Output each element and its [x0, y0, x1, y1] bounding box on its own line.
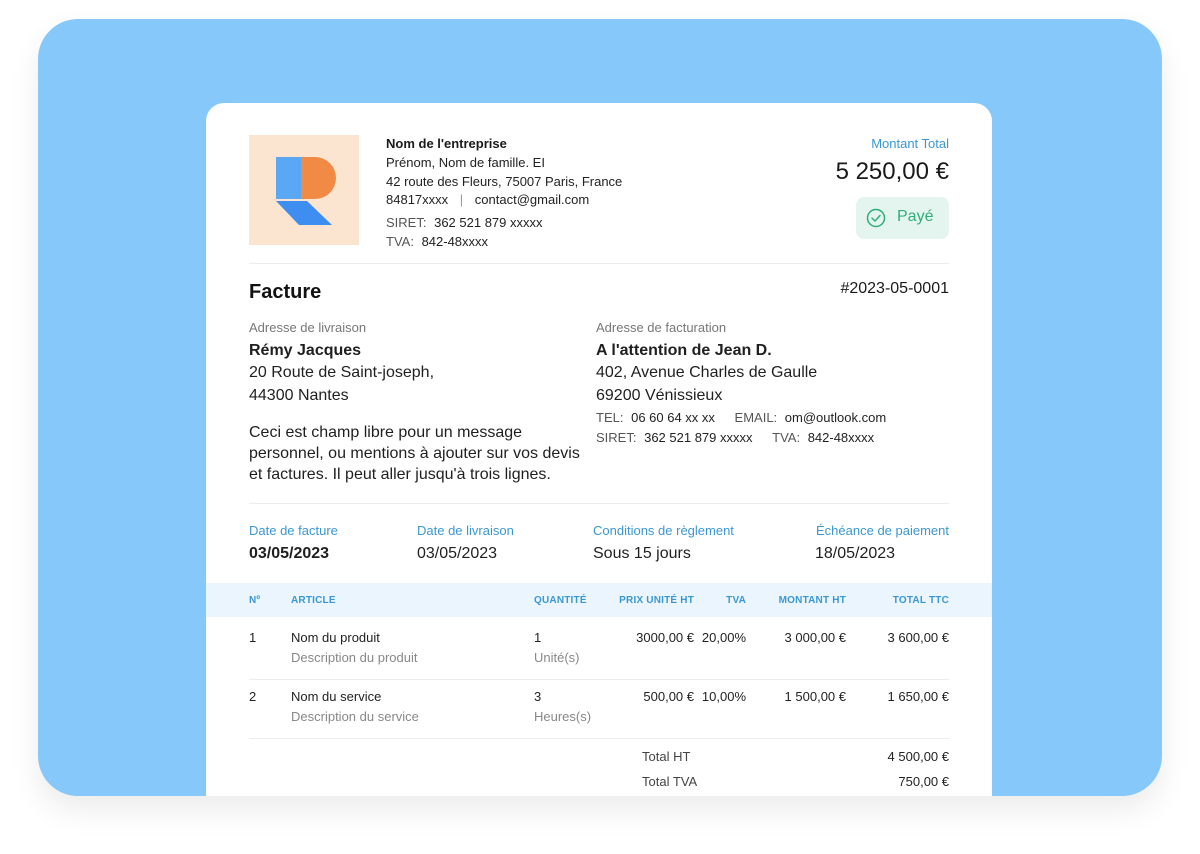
company-siret-line: SIRET: 362 521 879 xxxxx — [386, 215, 543, 230]
delivery-date: 03/05/2023 — [417, 545, 498, 562]
invoice-number: #2023-05-0001 — [840, 280, 949, 297]
row-unit: Unité(s) — [534, 650, 580, 665]
invoice-title: Facture — [249, 281, 322, 303]
billing-label: Adresse de facturation — [596, 320, 727, 335]
col-number: Nº — [249, 595, 261, 606]
row-total-ttc: 3 600,00 € — [887, 630, 949, 645]
billing-name: A l'attention de Jean D. — [596, 342, 772, 359]
row-quantity: 3 — [534, 689, 542, 704]
delivery-name: Rémy Jacques — [249, 342, 362, 359]
company-phone: 84817xxxx — [386, 192, 449, 207]
row-name: Nom du produit — [291, 630, 380, 645]
logo-mark-icon — [276, 157, 336, 225]
col-total-ttc: TOTAL TTC — [892, 595, 949, 606]
row-unit-price: 3000,00 € — [636, 630, 694, 645]
billing-line1: 402, Avenue Charles de Gaulle — [596, 364, 818, 381]
row-description: Description du produit — [291, 650, 418, 665]
due-date: 18/05/2023 — [815, 545, 896, 562]
payment-terms-label: Conditions de règlement — [593, 523, 734, 538]
siret-label: SIRET: — [386, 215, 427, 230]
row-tva: 10,00% — [701, 689, 746, 704]
company-siret: 362 521 879 xxxxx — [434, 215, 543, 230]
total-tva-label: Total TVA — [642, 774, 698, 789]
col-article: ARTICLE — [291, 595, 336, 606]
delivery-date-label: Date de livraison — [417, 523, 514, 538]
col-unit-price: PRIX UNITÉ HT — [619, 595, 694, 606]
company-contact-line: 84817xxxx | contact@gmail.com — [386, 192, 589, 207]
message-line3: et factures. Il peut aller jusqu'à trois… — [249, 466, 551, 483]
background-frame: Nom de l'entreprise Prénom, Nom de famil… — [38, 19, 1162, 796]
billing-contact-line: TEL: 06 60 64 xx xx EMAIL: om@outlook.co… — [596, 410, 886, 425]
check-circle-icon — [866, 208, 886, 228]
delivery-line1: 20 Route de Saint-joseph, — [249, 364, 435, 381]
table-header: Nº ARTICLE QUANTITÉ PRIX UNITÉ HT TVA MO… — [206, 583, 992, 617]
billing-email: om@outlook.com — [784, 410, 887, 425]
total-amount: 5 250,00 € — [835, 158, 949, 185]
billing-tva: 842-48xxxx — [807, 430, 875, 445]
message-line2: personnel, ou mentions à ajouter sur vos… — [249, 445, 580, 462]
total-label: Montant Total — [871, 136, 949, 151]
total-tva: 750,00 € — [898, 774, 949, 789]
divider — [249, 263, 949, 264]
company-logo — [249, 135, 359, 245]
due-date-label: Échéance de paiement — [816, 523, 949, 538]
email-label: EMAIL: — [734, 410, 778, 425]
tva-label: TVA: — [772, 430, 801, 445]
invoice-sheet: Nom de l'entreprise Prénom, Nom de famil… — [206, 103, 992, 796]
company-name: Nom de l'entreprise — [386, 136, 507, 151]
row-total-ttc: 1 650,00 € — [887, 689, 949, 704]
delivery-label: Adresse de livraison — [249, 320, 367, 335]
row-unit: Heures(s) — [534, 709, 592, 724]
row-amount-ht: 1 500,00 € — [784, 689, 846, 704]
total-ht: 4 500,00 € — [887, 749, 949, 764]
row-number: 2 — [249, 689, 257, 704]
company-tva: 842-48xxxx — [421, 234, 489, 249]
divider — [249, 679, 949, 680]
separator: | — [459, 192, 464, 207]
col-quantity: QUANTITÉ — [534, 595, 587, 606]
status-badge: Payé — [856, 197, 949, 239]
delivery-line2: 44300 Nantes — [249, 387, 349, 404]
invoice-date: 03/05/2023 — [249, 545, 330, 562]
row-unit-price: 500,00 € — [643, 689, 694, 704]
status-text: Payé — [897, 208, 934, 225]
company-address: 42 route des Fleurs, 75007 Paris, France — [386, 174, 623, 189]
billing-tel: 06 60 64 xx xx — [631, 410, 715, 425]
billing-line2: 69200 Vénissieux — [596, 387, 723, 404]
row-quantity: 1 — [534, 630, 542, 645]
row-number: 1 — [249, 630, 257, 645]
siret-label: SIRET: — [596, 430, 637, 445]
invoice-date-label: Date de facture — [249, 523, 338, 538]
total-ht-label: Total HT — [642, 749, 691, 764]
row-name: Nom du service — [291, 689, 382, 704]
payment-terms: Sous 15 jours — [593, 545, 691, 562]
billing-ids-line: SIRET: 362 521 879 xxxxx TVA: 842-48xxxx — [596, 430, 874, 445]
company-tva-line: TVA: 842-48xxxx — [386, 234, 488, 249]
billing-siret: 362 521 879 xxxxx — [644, 430, 753, 445]
message-line1: Ceci est champ libre pour un message — [249, 424, 523, 441]
col-amount-ht: MONTANT HT — [778, 595, 846, 606]
divider — [249, 503, 949, 504]
row-tva: 20,00% — [701, 630, 746, 645]
company-owner: Prénom, Nom de famille. EI — [386, 155, 545, 170]
col-tva: TVA — [726, 595, 746, 606]
row-amount-ht: 3 000,00 € — [784, 630, 846, 645]
row-description: Description du service — [291, 709, 419, 724]
divider — [249, 738, 949, 739]
tel-label: TEL: — [596, 410, 624, 425]
company-email: contact@gmail.com — [474, 192, 590, 207]
tva-label: TVA: — [386, 234, 414, 249]
